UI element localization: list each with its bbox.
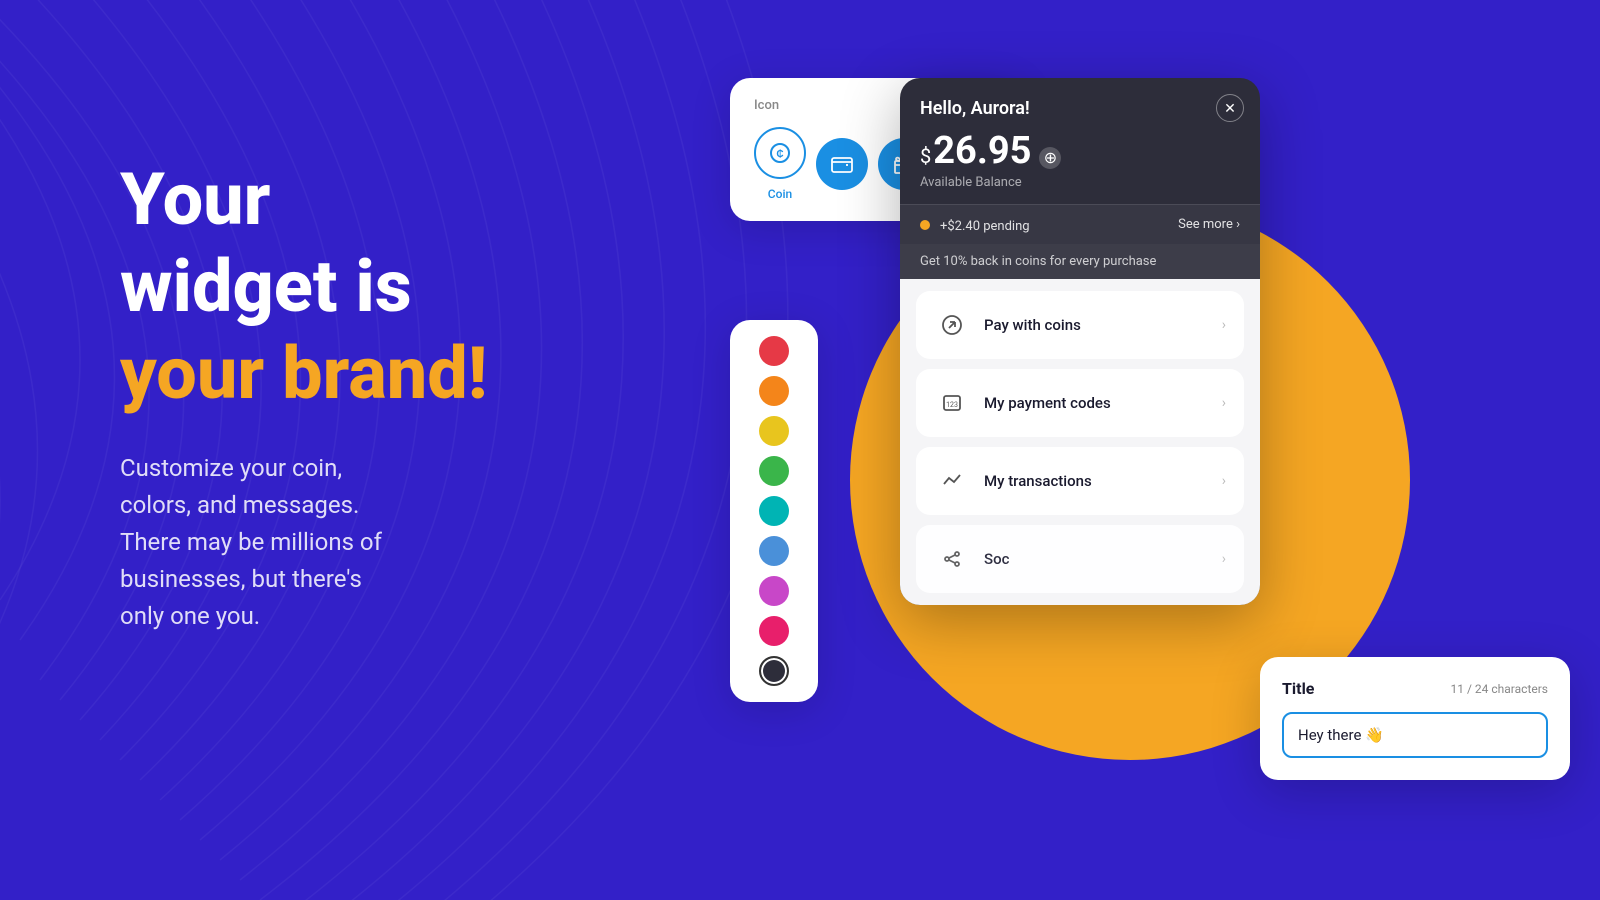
pay-coins-icon xyxy=(934,307,970,343)
icon-wallet[interactable] xyxy=(816,138,868,190)
headline-line1: Your xyxy=(120,160,660,239)
left-section: Your widget is your brand! Customize you… xyxy=(120,160,660,636)
headline-brand: your brand! xyxy=(120,334,660,413)
title-card-label: Title xyxy=(1282,679,1314,698)
pending-text: +$2.40 pending xyxy=(940,219,1030,234)
color-pink[interactable] xyxy=(759,616,789,646)
right-section: Icon ₵ Coin xyxy=(700,0,1600,900)
balance-amount: 26.95 xyxy=(933,129,1031,173)
balance-dollar-sign: $ xyxy=(920,144,931,168)
main-widget-card: Hello, Aurora! ✕ $ 26.95 ⊕ Available Bal… xyxy=(900,78,1260,605)
menu-item-left-2: 123 My payment codes xyxy=(934,385,1111,421)
transactions-icon xyxy=(934,463,970,499)
icon-coin[interactable]: ₵ xyxy=(754,127,806,179)
color-teal[interactable] xyxy=(759,496,789,526)
title-input-card: Title 11 / 24 characters xyxy=(1260,657,1570,780)
menu-item-left-3: My transactions xyxy=(934,463,1092,499)
widget-header: Hello, Aurora! ✕ $ 26.95 ⊕ Available Bal… xyxy=(900,78,1260,204)
payment-codes-chevron: › xyxy=(1222,395,1226,411)
headline: Your widget is your brand! xyxy=(120,160,660,414)
menu-item-left: Pay with coins xyxy=(934,307,1081,343)
title-input-field[interactable] xyxy=(1282,712,1548,758)
svg-text:₵: ₵ xyxy=(776,148,783,160)
menu-item-payment-codes[interactable]: 123 My payment codes › xyxy=(916,369,1244,437)
color-red[interactable] xyxy=(759,336,789,366)
balance-label: Available Balance xyxy=(920,175,1240,190)
social-icon xyxy=(934,541,970,577)
menu-payment-codes-label: My payment codes xyxy=(984,394,1111,412)
widget-greeting: Hello, Aurora! xyxy=(920,98,1240,119)
widget-close-button[interactable]: ✕ xyxy=(1216,94,1244,122)
menu-item-left-4: Soc xyxy=(934,541,1009,577)
color-purple[interactable] xyxy=(759,576,789,606)
color-dark[interactable] xyxy=(759,656,789,686)
title-card-header: Title 11 / 24 characters xyxy=(1282,679,1548,698)
balance-add-button[interactable]: ⊕ xyxy=(1039,147,1061,169)
color-blue[interactable] xyxy=(759,536,789,566)
payment-codes-icon: 123 xyxy=(934,385,970,421)
see-more-link[interactable]: See more › xyxy=(1178,217,1240,232)
menu-cards-section: Pay with coins › 123 My payment codes › xyxy=(900,279,1260,605)
social-chevron: › xyxy=(1222,551,1226,567)
color-orange[interactable] xyxy=(759,376,789,406)
color-green[interactable] xyxy=(759,456,789,486)
menu-social-label: Soc xyxy=(984,550,1009,568)
pending-dot xyxy=(920,220,930,230)
icon-coin-label: Coin xyxy=(768,187,792,201)
title-char-count: 11 / 24 characters xyxy=(1451,682,1548,696)
menu-item-pay-coins[interactable]: Pay with coins › xyxy=(916,291,1244,359)
headline-line2: widget is xyxy=(120,247,660,326)
color-yellow[interactable] xyxy=(759,416,789,446)
pay-coins-chevron: › xyxy=(1222,317,1226,333)
menu-transactions-label: My transactions xyxy=(984,472,1092,490)
svg-text:123: 123 xyxy=(946,401,958,409)
subtext: Customize your coin, colors, and message… xyxy=(120,450,660,636)
coins-back-banner: Get 10% back in coins for every purchase xyxy=(900,244,1260,279)
menu-pay-coins-label: Pay with coins xyxy=(984,316,1081,334)
menu-item-social[interactable]: Soc › xyxy=(916,525,1244,593)
widget-balance-row: $ 26.95 ⊕ xyxy=(920,129,1240,173)
pending-row: +$2.40 pending See more › xyxy=(900,204,1260,244)
transactions-chevron: › xyxy=(1222,473,1226,489)
color-selector-card xyxy=(730,320,818,702)
pending-left: +$2.40 pending xyxy=(920,215,1030,234)
menu-item-transactions[interactable]: My transactions › xyxy=(916,447,1244,515)
